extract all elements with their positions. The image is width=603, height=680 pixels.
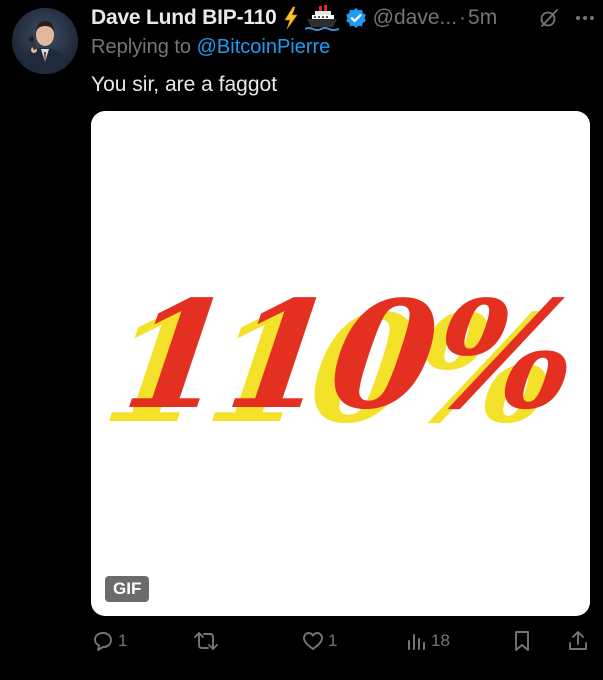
reply-count: 1: [118, 631, 128, 650]
ship-emoji-icon: [304, 5, 339, 31]
lightning-emoji-icon: [283, 6, 299, 30]
action-bar: 1 1 18: [91, 626, 590, 656]
header-actions: [539, 4, 597, 32]
replying-to-mention[interactable]: @BitcoinPierre: [197, 36, 331, 58]
post-time[interactable]: 5m: [468, 6, 497, 30]
reply-button[interactable]: 1: [91, 626, 127, 656]
tweet-text: You sir, are a faggot: [91, 73, 278, 96]
replying-to-line: Replying to @BitcoinPierre: [91, 36, 330, 59]
gif-text-main: 110%: [114, 269, 588, 443]
retweet-button[interactable]: [193, 626, 219, 656]
grok-icon[interactable]: [539, 8, 559, 28]
verified-badge-icon[interactable]: [345, 7, 367, 29]
tweet-header: Dave Lund BIP-110 @dave... · 5m: [91, 4, 597, 32]
gif-110-percent-image: 110% 110%: [94, 269, 588, 457]
author-name[interactable]: Dave Lund BIP-110: [91, 6, 277, 30]
more-icon[interactable]: [575, 15, 595, 21]
views-count: 18: [431, 631, 450, 650]
replying-prefix: Replying to: [91, 36, 192, 58]
views-button[interactable]: 18: [406, 626, 450, 656]
separator-dot: ·: [459, 6, 467, 29]
share-icon: [567, 629, 589, 653]
like-count: 1: [328, 631, 338, 650]
views-icon: [406, 629, 428, 653]
retweet-icon: [193, 629, 219, 653]
avatar-photo: [12, 8, 78, 74]
author-avatar[interactable]: [12, 8, 78, 74]
gif-badge[interactable]: GIF: [105, 576, 150, 602]
reply-icon: [91, 629, 115, 653]
bookmark-icon: [511, 629, 533, 653]
gif-media[interactable]: 110% 110% GIF: [91, 111, 590, 616]
like-icon: [301, 629, 325, 653]
author-handle[interactable]: @dave...: [373, 6, 457, 30]
bookmark-button[interactable]: [511, 626, 533, 656]
share-button[interactable]: [567, 626, 589, 656]
like-button[interactable]: 1: [301, 626, 337, 656]
